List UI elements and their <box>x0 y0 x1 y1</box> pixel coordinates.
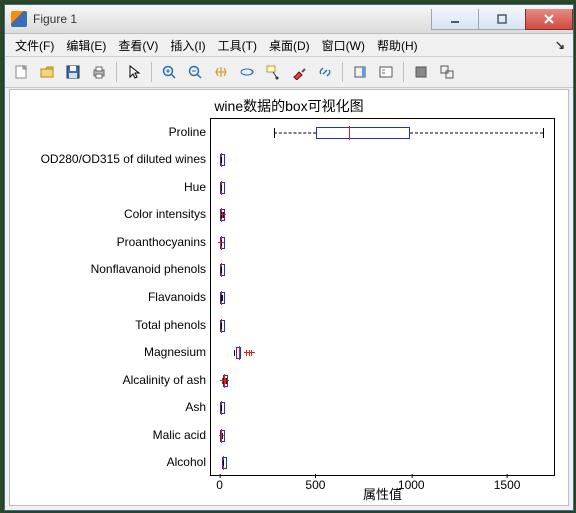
menu-view[interactable]: 查看(V) <box>112 35 164 56</box>
titlebar: Figure 1 <box>5 5 573 34</box>
outlier-marker <box>220 214 226 215</box>
boxplot-row <box>211 208 554 222</box>
menu-insert[interactable]: 插入(I) <box>164 35 211 56</box>
y-tick-label: Color intensitys <box>10 207 206 221</box>
x-axis-label: 属性值 <box>210 484 555 503</box>
y-tick-label: Magnesium <box>10 345 206 359</box>
boxplot-row <box>211 153 554 167</box>
dock-arrow-icon[interactable]: ↘ <box>555 38 565 52</box>
outlier-marker <box>218 242 224 243</box>
menu-desktop[interactable]: 桌面(D) <box>263 35 316 56</box>
y-tick-label: Flavanoids <box>10 290 206 304</box>
menu-tools[interactable]: 工具(T) <box>212 35 263 56</box>
y-tick-label: Alcalinity of ash <box>10 373 206 387</box>
save-button[interactable] <box>61 60 85 84</box>
pan-button[interactable] <box>209 60 233 84</box>
figure-window: Figure 1 文件(F) 编辑(E) 查看(V) 插入(I) 工具(T) 桌… <box>4 4 574 511</box>
boxplot-row <box>211 456 554 470</box>
pointer-button[interactable] <box>122 60 146 84</box>
y-tick-label: Total phenols <box>10 318 206 332</box>
toolbar <box>5 57 573 88</box>
boxplot-row <box>211 263 554 277</box>
hide-plot-tools-button[interactable] <box>409 60 433 84</box>
brush-button[interactable] <box>287 60 311 84</box>
boxplot-row <box>211 181 554 195</box>
outlier-marker <box>219 435 225 436</box>
boxplot-row <box>211 319 554 333</box>
window-title: Figure 1 <box>33 12 432 26</box>
plot-pane: wine数据的box可视化图 Proline OD280/OD315 of dil… <box>9 89 569 506</box>
menu-help[interactable]: 帮助(H) <box>371 35 424 56</box>
zoom-out-button[interactable] <box>183 60 207 84</box>
plot-title: wine数据的box可视化图 <box>10 96 568 116</box>
boxplot-row <box>211 374 554 388</box>
y-tick-label: OD280/OD315 of diluted wines <box>10 152 206 166</box>
median-line <box>349 126 350 140</box>
outlier-marker <box>249 352 255 353</box>
axes[interactable] <box>210 118 555 476</box>
y-tick-label: Ash <box>10 400 206 414</box>
y-tick-label: Alcohol <box>10 455 206 469</box>
maximize-button[interactable] <box>478 9 526 30</box>
outlier-marker <box>223 380 229 381</box>
link-button[interactable] <box>313 60 337 84</box>
y-tick-label: Nonflavanoid phenols <box>10 262 206 276</box>
menubar: 文件(F) 编辑(E) 查看(V) 插入(I) 工具(T) 桌面(D) 窗口(W… <box>5 34 573 57</box>
datacursor-button[interactable] <box>261 60 285 84</box>
show-plot-tools-button[interactable] <box>435 60 459 84</box>
toolbar-separator <box>403 62 404 82</box>
box <box>316 127 410 139</box>
menu-file[interactable]: 文件(F) <box>9 35 60 56</box>
menu-edit[interactable]: 编辑(E) <box>60 35 112 56</box>
close-button[interactable] <box>525 9 573 30</box>
y-tick-label: Proline <box>10 125 206 139</box>
y-axis-labels: Proline OD280/OD315 of diluted wines Hue Co… <box>10 118 206 476</box>
boxplot-row <box>211 346 554 360</box>
toolbar-separator <box>151 62 152 82</box>
minimize-button[interactable] <box>431 9 479 30</box>
colorbar-button[interactable] <box>348 60 372 84</box>
boxplot-row <box>211 401 554 415</box>
y-tick-label: Proanthocyanins <box>10 235 206 249</box>
matlab-icon <box>11 11 27 27</box>
open-button[interactable] <box>35 60 59 84</box>
window-buttons <box>432 9 573 29</box>
new-figure-button[interactable] <box>9 60 33 84</box>
print-button[interactable] <box>87 60 111 84</box>
toolbar-separator <box>116 62 117 82</box>
y-tick-label: Malic acid <box>10 428 206 442</box>
y-tick-label: Hue <box>10 180 206 194</box>
menu-window[interactable]: 窗口(W) <box>316 35 371 56</box>
boxplot-row <box>211 236 554 250</box>
zoom-in-button[interactable] <box>157 60 181 84</box>
boxplot-row <box>211 126 554 140</box>
boxplot-row <box>211 429 554 443</box>
rotate3d-button[interactable] <box>235 60 259 84</box>
legend-button[interactable] <box>374 60 398 84</box>
toolbar-separator <box>342 62 343 82</box>
boxplot-row <box>211 291 554 305</box>
